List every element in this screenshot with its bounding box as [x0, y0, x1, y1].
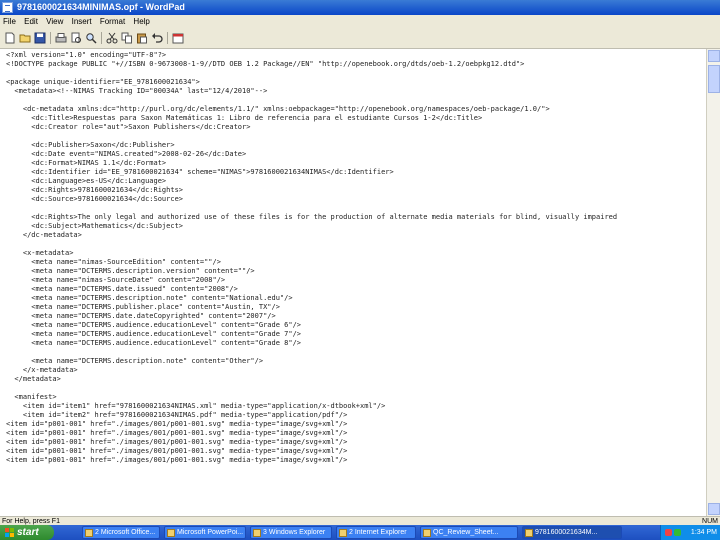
copy-icon[interactable] [121, 32, 133, 44]
document-line: <meta name="DCTERMS.description.version"… [6, 267, 255, 275]
document-line: <manifest> [6, 393, 57, 401]
menu-file[interactable]: File [0, 15, 19, 28]
document-line: <item id="p001-001" href="./images/001/p… [6, 438, 348, 446]
document-line: <dc:Rights>The only legal and authorized… [6, 213, 618, 221]
vertical-scrollbar[interactable] [706, 49, 720, 516]
document-line: <dc:Source>9781600021634</dc:Source> [6, 195, 184, 203]
scroll-thumb[interactable] [708, 65, 720, 93]
toolbar [0, 28, 720, 49]
document-line: <dc:Subject>Mathematics</dc:Subject> [6, 222, 184, 230]
start-button[interactable]: start [0, 525, 54, 540]
document-line: </metadata> [6, 375, 61, 383]
task-button-qc-review[interactable]: QC_Review_Sheet... [420, 526, 518, 539]
wordpad-icon [525, 529, 533, 537]
document-line: <dc-metadata xmlns:dc="http://purl.org/d… [6, 105, 550, 113]
task-button-explorer[interactable]: 3 Windows Explorer [250, 526, 332, 539]
document-line: </x-metadata> [6, 366, 78, 374]
document-line: <package unique-identifier="EE_978160002… [6, 78, 200, 86]
document-line: <dc:Publisher>Saxon</dc:Publisher> [6, 141, 175, 149]
clock[interactable]: 1:34 PM [691, 525, 717, 540]
document-line: <meta name="DCTERMS.publisher.place" con… [6, 303, 280, 311]
document-line: <item id="p001-001" href="./images/001/p… [6, 447, 348, 455]
document-line: <item id="item1" href="9781600021634NIMA… [6, 402, 386, 410]
open-icon[interactable] [19, 32, 31, 44]
print-icon[interactable] [55, 32, 67, 44]
document-line: </dc-metadata> [6, 231, 82, 239]
paste-icon[interactable] [136, 32, 148, 44]
document-line: <dc:Language>es-US</dc:Language> [6, 177, 167, 185]
scroll-up-arrow[interactable] [708, 50, 720, 62]
document-line: <dc:Creator role="aut">Saxon Publishers<… [6, 123, 251, 131]
document-line: <metadata><!--NIMAS Tracking ID="00034A"… [6, 87, 268, 95]
save-icon[interactable] [34, 32, 46, 44]
document-line: <x-metadata> [6, 249, 74, 257]
start-label: start [17, 527, 39, 538]
powerpoint-icon [167, 529, 175, 537]
document-line: <item id="p001-001" href="./images/001/p… [6, 420, 348, 428]
office-icon [85, 529, 93, 537]
undo-icon[interactable] [151, 32, 163, 44]
window-title: 9781600021634MINIMAS.opf - WordPad [17, 2, 185, 12]
document-line: <dc:Rights>9781600021634</dc:Rights> [6, 186, 184, 194]
date-time-icon[interactable] [172, 32, 184, 44]
tray-network-icon[interactable] [674, 529, 681, 536]
document-line: <meta name="nimas-SourceDate" content="2… [6, 276, 226, 284]
document-line: <item id="item2" href="9781600021634NIMA… [6, 411, 348, 419]
document-line: <dc:Date event="NIMAS.created">2008-02-2… [6, 150, 247, 158]
document-area[interactable]: <?xml version="1.0" encoding="UTF-8"?> <!… [0, 49, 706, 516]
menu-format[interactable]: Format [97, 15, 128, 28]
system-tray: 1:34 PM [660, 525, 720, 540]
document-line: <meta name="nimas-SourceEdition" content… [6, 258, 221, 266]
menu-insert[interactable]: Insert [69, 15, 95, 28]
scroll-down-arrow[interactable] [708, 503, 720, 515]
print-preview-icon[interactable] [70, 32, 82, 44]
document-line: <meta name="DCTERMS.date.issued" content… [6, 285, 238, 293]
document-line: <meta name="DCTERMS.audience.educationLe… [6, 321, 302, 329]
document-line: <dc:Title>Respuestas para Saxon Matemáti… [6, 114, 483, 122]
menu-bar: File Edit View Insert Format Help [0, 15, 720, 28]
internet-explorer-icon [339, 529, 347, 537]
document-line: <meta name="DCTERMS.description.note" co… [6, 357, 264, 365]
folder-icon [253, 529, 261, 537]
document-line: <dc:Identifier id="EE_9781600021634" sch… [6, 168, 394, 176]
document-line: <item id="p001-001" href="./images/001/p… [6, 456, 348, 464]
tray-security-icon[interactable] [665, 529, 672, 536]
document-line: <meta name="DCTERMS.audience.educationLe… [6, 330, 302, 338]
title-bar[interactable]: 9781600021634MINIMAS.opf - WordPad [0, 0, 720, 15]
windows-flag-icon [5, 528, 14, 537]
document-line: <?xml version="1.0" encoding="UTF-8"?> [6, 51, 167, 59]
document-line: <item id="p001-001" href="./images/001/p… [6, 429, 348, 437]
task-button-powerpoint[interactable]: Microsoft PowerPoi... [164, 526, 246, 539]
cut-icon[interactable] [106, 32, 118, 44]
menu-help[interactable]: Help [130, 15, 152, 28]
new-icon[interactable] [4, 32, 16, 44]
task-button-wordpad[interactable]: 9781600021634M... [522, 526, 622, 539]
document-line: <dc:Format>NIMAS 1.1</dc:Format> [6, 159, 167, 167]
menu-edit[interactable]: Edit [21, 15, 41, 28]
document-line: <meta name="DCTERMS.description.note" co… [6, 294, 293, 302]
wordpad-app-icon[interactable] [2, 2, 13, 13]
task-button-office[interactable]: 2 Microsoft Office... [82, 526, 160, 539]
document-line: <meta name="DCTERMS.audience.educationLe… [6, 339, 302, 347]
menu-view[interactable]: View [43, 15, 66, 28]
document-line: <meta name="DCTERMS.date.dateCopyrighted… [6, 312, 276, 320]
find-icon[interactable] [85, 32, 97, 44]
taskbar: start 2 Microsoft Office... Microsoft Po… [0, 525, 720, 540]
document-line: <!DOCTYPE package PUBLIC "+//ISBN 0-9673… [6, 60, 525, 68]
task-button-internet-explorer[interactable]: 2 Internet Explorer [336, 526, 416, 539]
spreadsheet-icon [423, 529, 431, 537]
